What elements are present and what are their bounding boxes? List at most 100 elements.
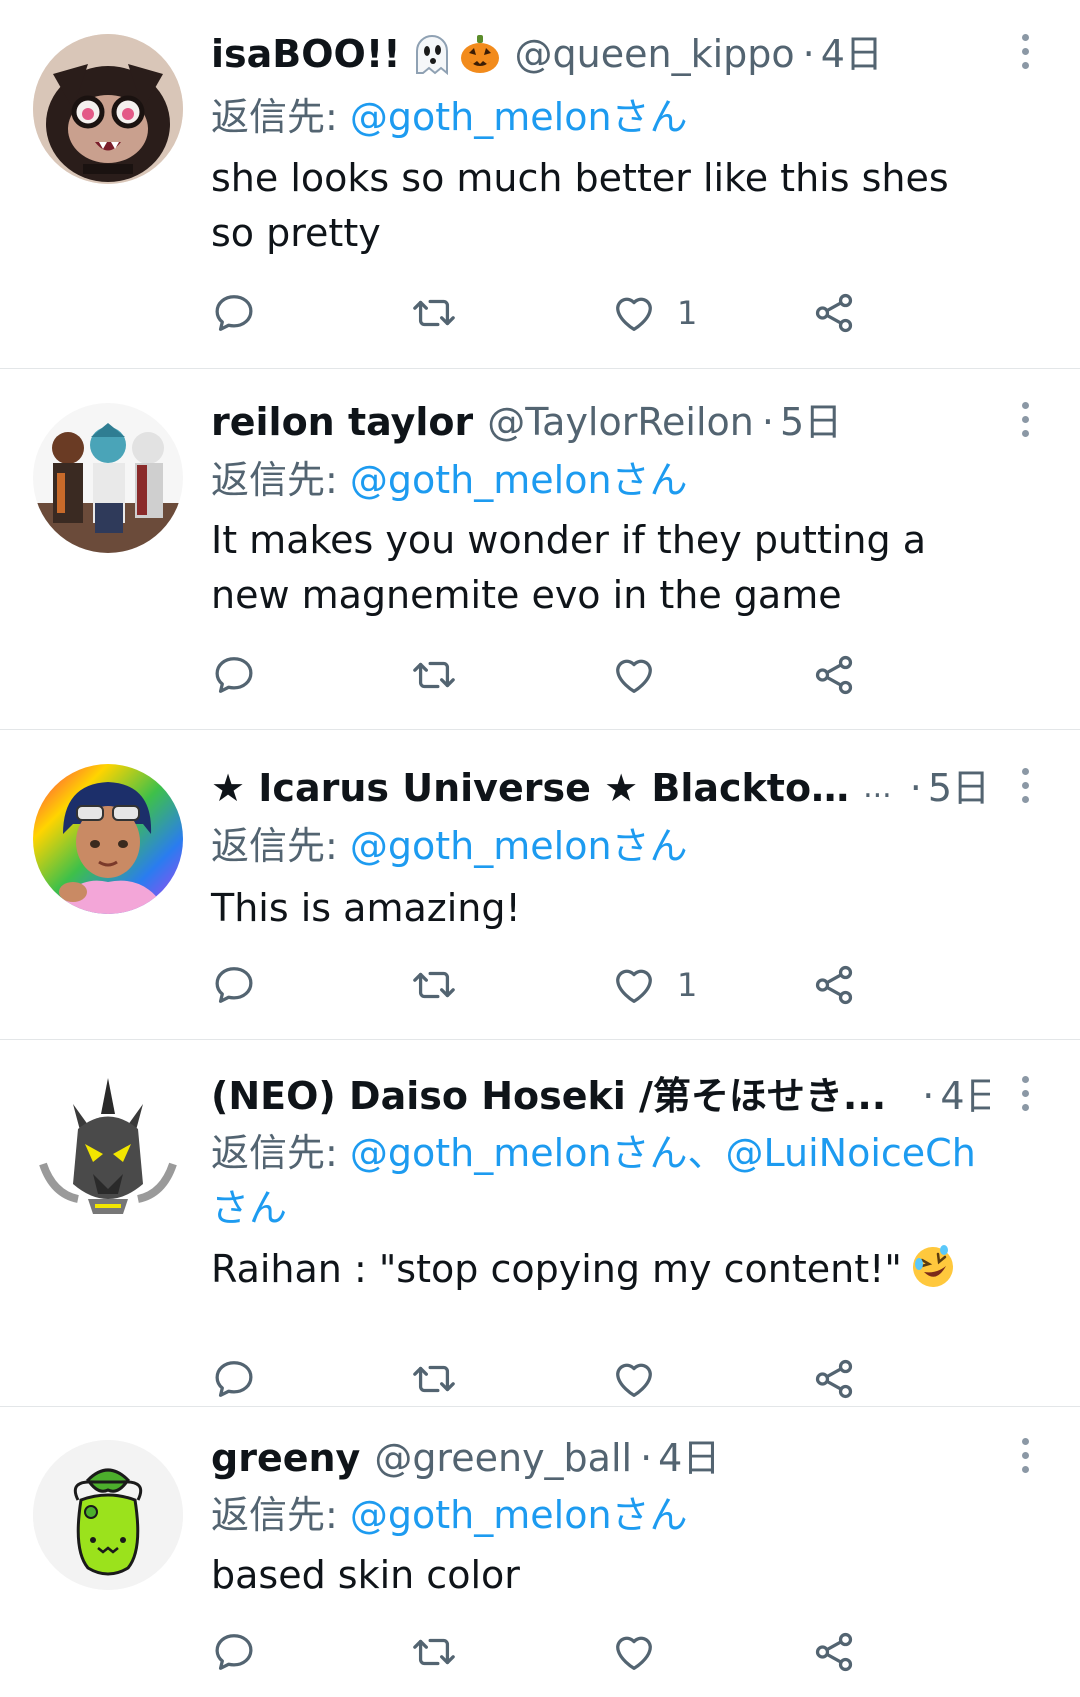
mention-link[interactable]: @goth_melonさん <box>350 824 688 868</box>
timestamp[interactable]: 4日 <box>658 1433 720 1483</box>
handle[interactable]: @queen_kippo <box>515 29 795 79</box>
timestamp[interactable]: 4日 <box>940 1071 990 1121</box>
tweet-text-content: Raihan : "stop copying my content!" <box>211 1247 902 1291</box>
reply-icon <box>215 657 253 693</box>
more-options-icon[interactable] <box>1010 1068 1040 1118</box>
avatar[interactable] <box>33 1074 183 1224</box>
reply-button[interactable] <box>211 285 257 341</box>
reply-to: 返信先: @goth_melonさん <box>211 90 1020 145</box>
share-button[interactable] <box>811 1624 857 1680</box>
more-options-icon[interactable] <box>1010 760 1040 810</box>
retweet-icon <box>413 971 455 999</box>
mention-link[interactable]: @goth_melonさん <box>350 1493 688 1537</box>
display-name[interactable]: (NEO) Daiso Hoseki /第そほせき... <box>211 1071 886 1121</box>
display-name[interactable]: greeny <box>211 1433 360 1483</box>
reply-to-label: 返信先: <box>211 1131 350 1175</box>
tweet-header: reilon taylor @TaylorReilon · 5日 <box>211 397 990 447</box>
more-options-icon[interactable] <box>1010 1430 1040 1480</box>
like-button[interactable] <box>611 1351 677 1407</box>
separator: · <box>922 1074 935 1118</box>
retweet-button[interactable] <box>411 1351 457 1407</box>
share-button[interactable] <box>811 1351 857 1407</box>
separator: · <box>640 1436 653 1480</box>
reply-button[interactable] <box>211 647 257 703</box>
like-button[interactable] <box>611 1624 677 1680</box>
reply-to: 返信先: @goth_melonさん、@LuiNoiceChさん <box>211 1126 1010 1236</box>
tweet-header: (NEO) Daiso Hoseki /第そほせき... · 4日 <box>211 1071 990 1121</box>
avatar[interactable] <box>33 1440 183 1590</box>
like-button[interactable] <box>611 647 677 703</box>
ghost-emoji-icon <box>411 33 453 76</box>
tweet[interactable]: ★ Icarus Universe ★ Blacktober! ... · 5日… <box>0 730 1080 1040</box>
share-button[interactable] <box>811 285 857 341</box>
share-button[interactable] <box>811 957 857 1013</box>
reply-button[interactable] <box>211 957 257 1013</box>
tweet[interactable]: (NEO) Daiso Hoseki /第そほせき... · 4日 返信先: @… <box>0 1040 1080 1407</box>
display-name[interactable]: ★ Icarus Universe ★ Blacktober! <box>211 763 851 813</box>
reply-icon <box>215 1361 253 1397</box>
share-icon <box>815 965 853 1005</box>
handle-truncated: ... <box>863 770 892 805</box>
tweet-text: Raihan : "stop copying my content!" <box>211 1242 1020 1297</box>
tweet-header: isaBOO!! @queen_kippo · 4日 <box>211 29 990 79</box>
tweet-actions <box>211 1624 971 1680</box>
reply-icon <box>215 967 253 1003</box>
reply-feed: isaBOO!! @queen_kippo · 4日 返信先: @goth_me… <box>0 0 1080 1697</box>
jack-o-lantern-emoji-icon <box>459 33 501 75</box>
tweet-header: greeny @greeny_ball · 4日 <box>211 1433 990 1483</box>
share-icon <box>815 1632 853 1672</box>
share-icon <box>815 293 853 333</box>
rolling-on-floor-laughing-emoji-icon <box>910 1244 956 1290</box>
avatar[interactable] <box>33 34 183 184</box>
tweet-text: This is amazing! <box>211 886 521 930</box>
like-button[interactable]: 1 <box>611 285 697 341</box>
reply-to-label: 返信先: <box>211 95 350 139</box>
timestamp[interactable]: 4日 <box>821 29 883 79</box>
like-button[interactable]: 1 <box>611 957 697 1013</box>
handle[interactable]: @TaylorReilon <box>487 397 754 447</box>
share-button[interactable] <box>811 647 857 703</box>
retweet-button[interactable] <box>411 1624 457 1680</box>
avatar[interactable] <box>33 403 183 553</box>
display-name[interactable]: isaBOO!! <box>211 29 401 79</box>
like-count: 1 <box>677 294 698 332</box>
retweet-button[interactable] <box>411 285 457 341</box>
tweet-actions <box>211 1351 971 1407</box>
display-name[interactable]: reilon taylor <box>211 397 473 447</box>
tweet-header: ★ Icarus Universe ★ Blacktober! ... · 5日 <box>211 763 990 813</box>
retweet-button[interactable] <box>411 647 457 703</box>
heart-icon <box>616 969 652 1003</box>
avatar[interactable] <box>33 764 183 914</box>
handle[interactable]: @greeny_ball <box>374 1433 632 1483</box>
timestamp[interactable]: 5日 <box>780 397 842 447</box>
reply-icon <box>215 1634 253 1670</box>
reply-to-label: 返信先: <box>211 824 350 868</box>
separator: · <box>802 32 815 76</box>
reply-to: 返信先: @goth_melonさん <box>211 819 1020 874</box>
reply-button[interactable] <box>211 1351 257 1407</box>
tweet-actions <box>211 647 971 703</box>
timestamp[interactable]: 5日 <box>928 763 990 813</box>
tweet[interactable]: isaBOO!! @queen_kippo · 4日 返信先: @goth_me… <box>0 0 1080 369</box>
heart-icon <box>616 297 652 331</box>
like-count: 1 <box>677 966 698 1004</box>
heart-icon <box>616 659 652 693</box>
mention-link[interactable]: @goth_melonさん <box>350 95 688 139</box>
retweet-icon <box>413 1365 455 1393</box>
reply-to-label: 返信先: <box>211 1493 350 1537</box>
mention-link[interactable]: @goth_melonさん <box>350 458 688 502</box>
retweet-icon <box>413 1638 455 1666</box>
tweet[interactable]: greeny @greeny_ball · 4日 返信先: @goth_melo… <box>0 1407 1080 1697</box>
tweet-text: she looks so much better like this shes … <box>211 156 949 255</box>
reply-button[interactable] <box>211 1624 257 1680</box>
retweet-button[interactable] <box>411 957 457 1013</box>
tweet-actions: 1 <box>211 285 971 341</box>
reply-to: 返信先: @goth_melonさん <box>211 453 1020 508</box>
more-options-icon[interactable] <box>1010 394 1040 444</box>
more-options-icon[interactable] <box>1010 26 1040 76</box>
reply-to-label: 返信先: <box>211 458 350 502</box>
retweet-icon <box>413 661 455 689</box>
retweet-icon <box>413 299 455 327</box>
heart-icon <box>616 1363 652 1397</box>
tweet[interactable]: reilon taylor @TaylorReilon · 5日 返信先: @g… <box>0 369 1080 730</box>
